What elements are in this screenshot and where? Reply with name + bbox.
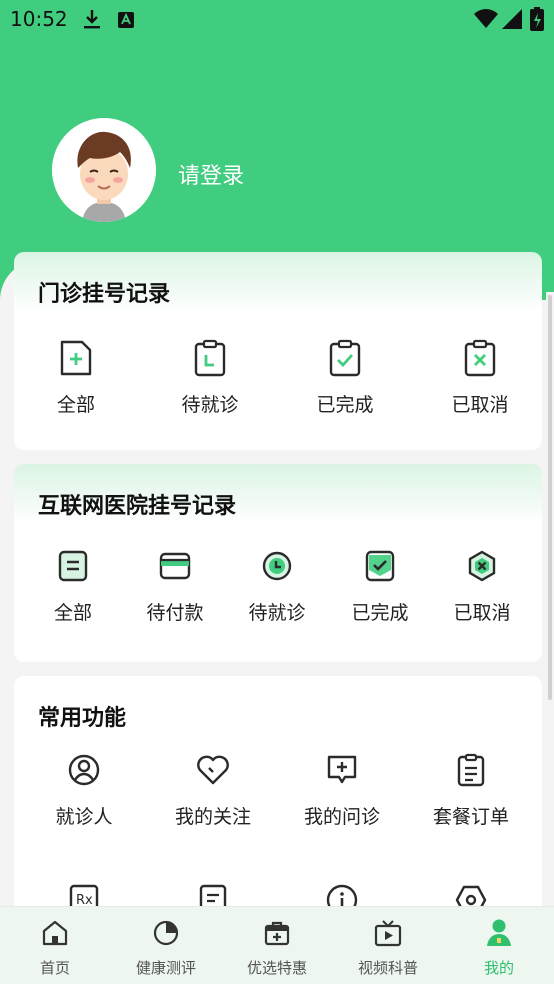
nav-mine-label: 我的 bbox=[483, 959, 514, 977]
nav-health-assessment[interactable]: 健康测评 bbox=[111, 917, 221, 978]
chat-plus-icon bbox=[322, 750, 362, 790]
download-icon bbox=[82, 8, 102, 35]
scroll-indicator[interactable] bbox=[548, 295, 552, 700]
outpatient-all[interactable]: 全部 bbox=[36, 338, 116, 417]
patients-item[interactable]: 就诊人 bbox=[34, 750, 134, 829]
bottom-navigation: 首页 健康测评 优选特惠 视频科普 我的 bbox=[0, 906, 554, 984]
check-icon bbox=[360, 546, 400, 586]
my-follows-item[interactable]: 我的关注 bbox=[163, 750, 263, 829]
internet-pending-payment[interactable]: 待付款 bbox=[135, 546, 215, 625]
patients-label: 就诊人 bbox=[55, 806, 113, 828]
nav-home[interactable]: 首页 bbox=[0, 917, 110, 978]
internet-cancelled[interactable]: 已取消 bbox=[442, 546, 522, 625]
home-icon bbox=[39, 917, 71, 949]
outpatient-pending-label: 待就诊 bbox=[181, 394, 239, 416]
nav-featured-deals[interactable]: 优选特惠 bbox=[222, 917, 332, 978]
medical-box-icon bbox=[261, 917, 293, 949]
clipboard-clock-icon bbox=[190, 338, 230, 378]
outpatient-cancelled[interactable]: 已取消 bbox=[440, 338, 520, 417]
heart-icon bbox=[193, 750, 233, 790]
file-plus-icon bbox=[56, 338, 96, 378]
nav-mine[interactable]: 我的 bbox=[444, 917, 554, 978]
common-functions-title: 常用功能 bbox=[38, 706, 127, 731]
nav-featured-deals-label: 优选特惠 bbox=[246, 959, 307, 977]
outpatient-records-title: 门诊挂号记录 bbox=[38, 282, 171, 307]
outpatient-records-card: 门诊挂号记录 全部 待就诊 已完成 已取消 bbox=[14, 252, 542, 450]
package-orders-item[interactable]: 套餐订单 bbox=[421, 750, 521, 829]
user-icon bbox=[483, 917, 515, 949]
nav-video-science[interactable]: 视频科普 bbox=[333, 917, 443, 978]
avatar[interactable] bbox=[52, 118, 156, 222]
internet-hospital-records-card: 互联网医院挂号记录 全部 待付款 待就诊 已完成 已取消 bbox=[14, 464, 542, 662]
common-functions-card: 常用功能 就诊人 我的关注 我的问诊 套餐订单 Rx bbox=[14, 676, 542, 936]
status-time: 10:52 bbox=[10, 7, 68, 31]
status-bar: 10:52 bbox=[0, 0, 554, 38]
hexagon-x-icon bbox=[462, 546, 502, 586]
battery-icon bbox=[530, 7, 544, 36]
clipboard-list-icon bbox=[451, 750, 491, 790]
outpatient-completed-label: 已完成 bbox=[316, 394, 374, 416]
my-consultations-item[interactable]: 我的问诊 bbox=[292, 750, 392, 829]
app-notification-icon bbox=[117, 10, 135, 34]
package-orders-label: 套餐订单 bbox=[432, 806, 509, 828]
cellular-signal-icon bbox=[502, 9, 522, 34]
internet-completed[interactable]: 已完成 bbox=[340, 546, 420, 625]
clock-icon bbox=[257, 546, 297, 586]
wallet-icon bbox=[155, 546, 195, 586]
internet-all-label: 全部 bbox=[53, 602, 92, 624]
internet-all[interactable]: 全部 bbox=[33, 546, 113, 625]
clipboard-check-icon bbox=[325, 338, 365, 378]
my-consultations-label: 我的问诊 bbox=[303, 806, 380, 828]
wifi-icon bbox=[474, 9, 498, 34]
outpatient-pending[interactable]: 待就诊 bbox=[170, 338, 250, 417]
internet-pending-visit-label: 待就诊 bbox=[248, 602, 306, 624]
list-icon bbox=[53, 546, 93, 586]
nav-health-assessment-label: 健康测评 bbox=[135, 959, 196, 977]
outpatient-all-label: 全部 bbox=[56, 394, 95, 416]
nav-home-label: 首页 bbox=[39, 959, 70, 977]
internet-cancelled-label: 已取消 bbox=[453, 602, 511, 624]
video-icon bbox=[372, 917, 404, 949]
internet-hospital-records-title: 互联网医院挂号记录 bbox=[38, 494, 237, 519]
outpatient-cancelled-label: 已取消 bbox=[451, 394, 509, 416]
pie-chart-icon bbox=[150, 917, 182, 949]
user-circle-icon bbox=[64, 750, 104, 790]
internet-pending-payment-label: 待付款 bbox=[146, 602, 204, 624]
nav-video-science-label: 视频科普 bbox=[357, 959, 418, 977]
login-link[interactable]: 请登录 bbox=[178, 158, 244, 190]
internet-completed-label: 已完成 bbox=[351, 602, 409, 624]
my-follows-label: 我的关注 bbox=[174, 806, 251, 828]
clipboard-x-icon bbox=[460, 338, 500, 378]
internet-pending-visit[interactable]: 待就诊 bbox=[237, 546, 317, 625]
outpatient-completed[interactable]: 已完成 bbox=[305, 338, 385, 417]
